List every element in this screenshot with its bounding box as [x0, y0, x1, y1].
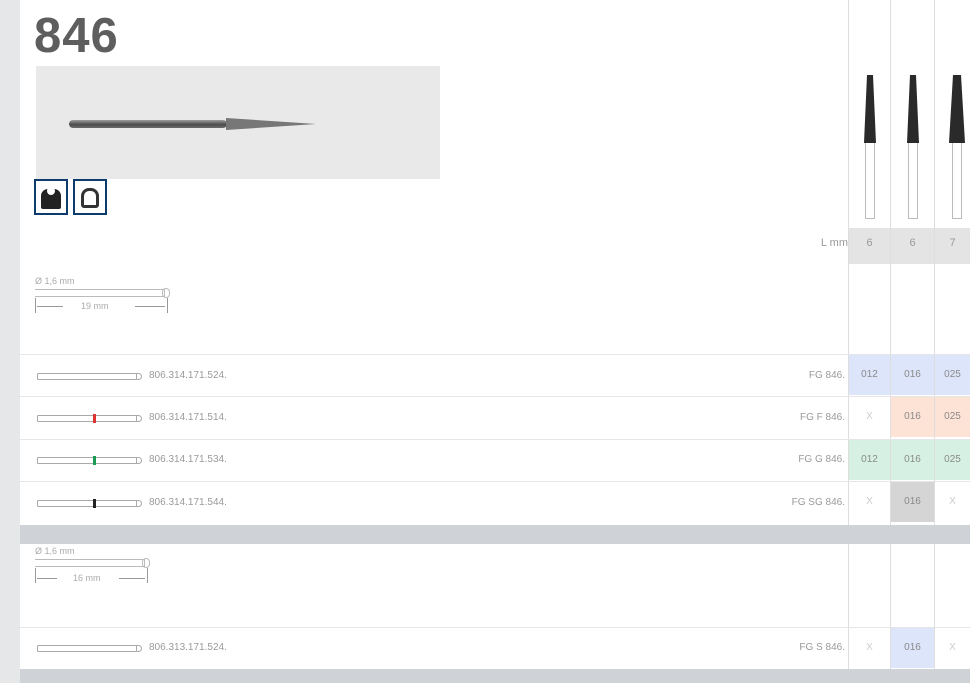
- product-name: FG F 846.: [799, 412, 845, 423]
- column-divider: [934, 0, 935, 683]
- size-cell[interactable]: 016: [891, 482, 934, 522]
- product-photo: [36, 66, 440, 179]
- instrument-shank: [952, 143, 962, 219]
- size-cell[interactable]: 016: [891, 440, 934, 480]
- row-divider: [20, 354, 970, 355]
- size-cell-unavailable: X: [849, 397, 890, 437]
- bur-diagram: [37, 499, 142, 508]
- tooth-cavity: [47, 187, 55, 195]
- product-name: FG S 846.: [799, 642, 845, 653]
- color-ring-red: [93, 414, 96, 423]
- instrument-drawing: [905, 75, 921, 219]
- product-name: FG G 846.: [798, 454, 845, 465]
- bur-diagram-tip: [136, 645, 142, 652]
- size-cell[interactable]: 025: [935, 397, 970, 437]
- size-cell[interactable]: 025: [935, 440, 970, 480]
- article-number: 806.314.171.514.: [149, 412, 227, 423]
- instrument-drawing: [947, 75, 967, 219]
- article-number: 806.314.171.524.: [149, 370, 227, 381]
- instrument-head: [864, 75, 876, 143]
- tooth-outline-shape: [81, 188, 100, 208]
- bur-diagram: [37, 373, 142, 380]
- size-cell-unavailable: X: [935, 482, 970, 522]
- size-cell-unavailable: X: [849, 482, 890, 522]
- color-ring-black: [93, 499, 96, 508]
- product-name: FG SG 846.: [791, 497, 845, 508]
- column-divider: [848, 0, 849, 683]
- shank-diameter: Ø 1,6 mm: [35, 546, 75, 556]
- dimension-line: [37, 578, 57, 579]
- shank-outline: [35, 559, 145, 567]
- row-divider: [20, 439, 970, 440]
- dimension-line: [135, 306, 165, 307]
- bur-diagram-tip: [136, 500, 142, 507]
- dimension-tick: [35, 568, 36, 583]
- bur-diagram: [37, 645, 142, 652]
- instrument-drawing: [862, 75, 878, 219]
- row-divider: [20, 396, 970, 397]
- product-panel: 846 L mm 6 6 7 Ø 1,6 mm 19 mm 806.314.17…: [20, 0, 970, 683]
- article-number: 806.313.171.524.: [149, 642, 227, 653]
- instrument-shank: [908, 143, 918, 219]
- length-label: L mm: [820, 237, 848, 249]
- dimension-line: [37, 306, 63, 307]
- section-separator: [20, 525, 970, 544]
- dimension-tick: [147, 568, 148, 583]
- size-cell[interactable]: 016: [891, 628, 934, 668]
- dimension-line: [119, 578, 145, 579]
- size-cell[interactable]: 012: [849, 355, 890, 395]
- instrument-shank: [865, 143, 875, 219]
- usage-icons: [34, 179, 108, 215]
- shank-end: [162, 288, 170, 298]
- bur-diagram-tip: [136, 457, 142, 464]
- bur-diagram-tip: [136, 415, 142, 422]
- length-value: 6: [891, 228, 934, 264]
- tooth-solid-icon: [34, 179, 68, 215]
- bur-diagram: [37, 456, 142, 465]
- size-cell-unavailable: X: [935, 628, 970, 668]
- shank-outline: [35, 289, 165, 297]
- shank-diameter: Ø 1,6 mm: [35, 276, 75, 286]
- row-divider: [20, 627, 970, 628]
- column-divider: [890, 0, 891, 683]
- size-cell[interactable]: 016: [891, 397, 934, 437]
- shank-length: 16 mm: [73, 573, 101, 583]
- shank-end: [142, 558, 150, 568]
- shank-length: 19 mm: [81, 301, 109, 311]
- shank-diagram: Ø 1,6 mm 16 mm: [35, 546, 195, 596]
- bur-diagram: [37, 414, 142, 423]
- product-name: FG 846.: [808, 370, 845, 381]
- tooth-outline-icon: [73, 179, 108, 215]
- length-value: 6: [849, 228, 890, 264]
- dimension-tick: [35, 298, 36, 313]
- instrument-head: [949, 75, 965, 143]
- size-cell[interactable]: 025: [935, 355, 970, 395]
- length-value: 7: [935, 228, 970, 264]
- size-cell-unavailable: X: [849, 628, 890, 668]
- bur-diagram-tip: [136, 373, 142, 380]
- article-number: 806.314.171.544.: [149, 497, 227, 508]
- article-number: 806.314.171.534.: [149, 454, 227, 465]
- row-divider: [20, 481, 970, 482]
- shank-diagram: Ø 1,6 mm 19 mm: [35, 276, 195, 326]
- dimension-tick: [167, 298, 168, 313]
- size-cell[interactable]: 016: [891, 355, 934, 395]
- color-ring-green: [93, 456, 96, 465]
- instrument-head: [907, 75, 919, 143]
- bur-shaft: [69, 120, 227, 128]
- bur-tip: [226, 118, 316, 130]
- product-title: 846: [34, 9, 119, 63]
- size-cell[interactable]: 012: [849, 440, 890, 480]
- section-separator: [20, 669, 970, 683]
